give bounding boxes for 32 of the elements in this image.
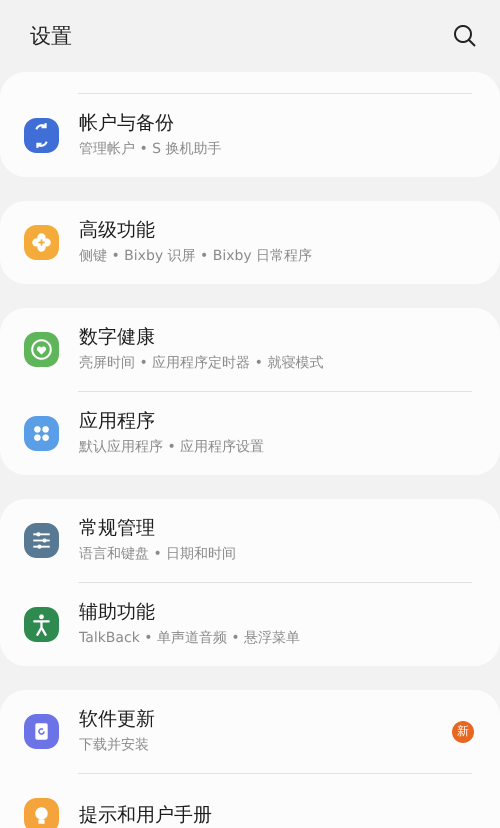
settings-item[interactable]: 应用程序 默认应用程序 • 应用程序设置: [0, 392, 500, 475]
item-subtitle: TalkBack • 单声道音频 • 悬浮菜单: [79, 628, 302, 647]
apps-icon: [24, 416, 59, 451]
item-title: 软件更新: [79, 709, 156, 731]
sync-icon: [24, 118, 59, 153]
item-title: 提示和用户手册: [79, 804, 213, 826]
person-icon: [24, 607, 59, 642]
item-subtitle: 管理帐户 • S 换机助手: [79, 140, 222, 158]
settings-item[interactable]: 帐户与备份 管理帐户 • S 换机助手: [0, 94, 500, 177]
item-title: 帐户与备份: [79, 113, 175, 135]
settings-item[interactable]: 高级功能 侧键 • Bixby 识屏 • Bixby 日常程序: [0, 201, 500, 284]
item-title: 高级功能: [79, 220, 156, 242]
settings-item[interactable]: 数字健康 亮屏时间 • 应用程序定时器 • 就寝模式: [0, 308, 500, 391]
settings-item[interactable]: 软件更新 下载并安装 新: [0, 690, 500, 773]
item-subtitle: 亮屏时间 • 应用程序定时器 • 就寝模式: [79, 354, 324, 372]
settings-item[interactable]: 常规管理 语言和键盘 • 日期和时间: [0, 499, 500, 582]
item-title: 数字健康: [79, 327, 156, 349]
item-title: 应用程序: [79, 411, 156, 433]
item-title: 辅助功能: [79, 602, 156, 624]
update-icon: [24, 714, 59, 749]
item-title: 常规管理: [79, 518, 156, 540]
sliders-icon: [24, 523, 59, 558]
new-badge: 新: [452, 720, 474, 742]
item-subtitle: 侧键 • Bixby 识屏 • Bixby 日常程序: [79, 246, 314, 265]
flower-icon: [24, 225, 59, 260]
item-subtitle: 默认应用程序 • 应用程序设置: [79, 438, 266, 456]
settings-item[interactable]: 提示和用户手册: [0, 774, 500, 828]
search-button[interactable]: [452, 23, 478, 49]
settings-item[interactable]: 辅助功能 TalkBack • 单声道音频 • 悬浮菜单: [0, 583, 500, 666]
item-subtitle: 语言和键盘 • 日期和时间: [79, 544, 238, 563]
item-subtitle: 下载并安装: [79, 736, 150, 754]
page-title: 设置: [30, 23, 72, 50]
